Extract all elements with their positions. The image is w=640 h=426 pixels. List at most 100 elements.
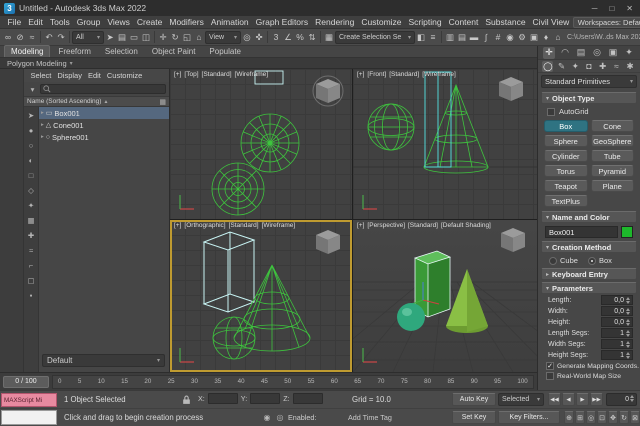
degradation-toggle-icon[interactable]: ◎ <box>275 412 285 422</box>
close-button[interactable]: ✕ <box>626 4 633 13</box>
timeline-ruler[interactable]: 0510152025303540455055606570758085909510… <box>52 375 534 389</box>
timeline-tick-25[interactable]: 25 <box>168 378 175 385</box>
plane-button[interactable]: Plane <box>591 180 635 192</box>
explorer-menu-display[interactable]: Display <box>55 71 85 80</box>
maximize-button[interactable]: □ <box>609 4 614 13</box>
display-tab-icon[interactable]: ▣ <box>607 47 619 59</box>
viewport-perspective[interactable]: [+][Perspective][Standard][Default Shadi… <box>353 220 537 372</box>
select-rotate-icon[interactable]: ↻ <box>169 31 181 44</box>
box001-wireframe-ortho[interactable] <box>204 232 254 312</box>
viewport-standard-menu[interactable]: [Standard] <box>389 71 419 78</box>
list-item-box001[interactable]: ▸▭Box001 <box>39 107 169 119</box>
real-world-map-size-checkbox[interactable] <box>546 372 554 380</box>
percent-snap-icon[interactable]: % <box>294 31 306 44</box>
explorer-show-none-icon[interactable]: ○ <box>26 140 37 151</box>
go-to-start-button[interactable]: ◀◀ <box>548 393 561 406</box>
menu-tools[interactable]: Tools <box>46 17 73 27</box>
undo-icon[interactable]: ↶ <box>43 31 55 44</box>
geosphere-button[interactable]: GeoSphere <box>591 135 635 147</box>
zoom-all-icon[interactable]: ⊞ <box>575 411 585 424</box>
explorer-pick-icon[interactable]: ➤ <box>26 110 37 121</box>
timeline-tick-40[interactable]: 40 <box>238 378 245 385</box>
shapes-category-icon[interactable]: ✎ <box>556 61 567 72</box>
menu-civil-view[interactable]: Civil View <box>529 17 573 27</box>
minimize-button[interactable]: ─ <box>592 4 598 13</box>
generate-mapping-coords-checkbox[interactable] <box>546 362 554 370</box>
align-icon[interactable]: ≡ <box>427 31 439 44</box>
timeline-tick-10[interactable]: 10 <box>98 378 105 385</box>
spinner-arrows-icon[interactable] <box>625 319 631 326</box>
timeline-tick-15[interactable]: 15 <box>121 378 128 385</box>
viewport-standard-menu[interactable]: [Standard] <box>229 222 259 229</box>
expand-arrow-icon[interactable]: ▸ <box>41 122 44 128</box>
select-place-icon[interactable]: ⌂ <box>193 31 205 44</box>
cone001-wireframe-front[interactable] <box>424 85 488 173</box>
timeline-tick-5[interactable]: 5 <box>78 378 81 385</box>
viewport-general-menu[interactable]: [+] <box>357 222 364 229</box>
object-color-swatch[interactable] <box>621 226 633 238</box>
ribbon-toggle-icon[interactable]: ▬ <box>468 31 480 44</box>
pyramid-button[interactable]: Pyramid <box>591 165 635 177</box>
menu-modifiers[interactable]: Modifiers <box>166 17 207 27</box>
zoom-region-icon[interactable]: ⊡ <box>597 411 607 424</box>
explorer-show-containers-icon[interactable]: ▢ <box>26 275 37 286</box>
cone001-shaded[interactable] <box>446 269 488 333</box>
viewport-pov-menu[interactable]: [Front] <box>367 71 386 78</box>
radio-cube[interactable] <box>549 257 557 265</box>
height-spinner[interactable]: 0,0 <box>601 317 633 327</box>
selection-region-icon[interactable]: ▭ <box>128 31 140 44</box>
window-crossing-icon[interactable]: ◫ <box>140 31 152 44</box>
material-editor-icon[interactable]: ◉ <box>504 31 516 44</box>
creation-method-rollout-header[interactable]: Creation Method <box>541 241 637 253</box>
cone001-wireframe-top[interactable] <box>241 114 299 172</box>
go-to-end-button[interactable]: ▶▶ <box>590 393 603 406</box>
width-segs-spinner[interactable]: 1 <box>601 339 633 349</box>
angle-snap-icon[interactable]: ∠ <box>282 31 294 44</box>
selection-filter-dropdown[interactable]: All <box>72 31 104 44</box>
z-field[interactable] <box>293 393 323 404</box>
menu-content[interactable]: Content <box>445 17 482 27</box>
menu-file[interactable]: File <box>4 17 25 27</box>
timeline-tick-20[interactable]: 20 <box>144 378 151 385</box>
add-time-tag[interactable]: Add Time Tag <box>348 413 392 422</box>
edit-named-sets-icon[interactable]: ▦ <box>323 31 335 44</box>
ribbon-tab-populate[interactable]: Populate <box>203 46 247 57</box>
object-name-field[interactable]: Box001 <box>545 226 618 238</box>
viewport-shading-menu[interactable]: [Default Shading] <box>441 222 491 229</box>
explorer-show-lights-icon[interactable]: ✦ <box>26 200 37 211</box>
ribbon-tab-modeling[interactable]: Modeling <box>4 45 50 57</box>
timeline-tick-45[interactable]: 45 <box>261 378 268 385</box>
previous-frame-button[interactable]: ◀ <box>562 393 575 406</box>
select-by-name-icon[interactable]: ▤ <box>116 31 128 44</box>
reference-coordinate-dropdown[interactable]: View <box>205 31 241 44</box>
ribbon-tab-freeform[interactable]: Freeform <box>52 46 96 57</box>
parameters-rollout-header[interactable]: Parameters <box>541 282 637 294</box>
viewport-pov-menu[interactable]: [Perspective] <box>367 222 405 229</box>
generate-mapping-coords-row[interactable]: Generate Mapping Coords. <box>541 360 637 370</box>
explorer-show-cameras-icon[interactable]: ▦ <box>26 215 37 226</box>
viewport-standard-menu[interactable]: [Standard] <box>202 71 232 78</box>
select-scale-icon[interactable]: ◱ <box>181 31 193 44</box>
zoom-icon[interactable]: ⊕ <box>564 411 574 424</box>
spinner-arrows-icon[interactable] <box>625 330 631 337</box>
search-input[interactable] <box>40 84 166 94</box>
sphere-button[interactable]: Sphere <box>544 135 588 147</box>
spinner-arrows-icon[interactable] <box>625 297 631 304</box>
cylinder-button[interactable]: Cylinder <box>544 150 588 162</box>
cone-button[interactable]: Cone <box>591 120 635 132</box>
key-filters-button[interactable]: Key Filters... <box>498 411 560 424</box>
workspaces-dropdown[interactable]: Workspaces: Default <box>573 17 640 28</box>
explorer-menu-customize[interactable]: Customize <box>104 71 144 80</box>
list-item-sphere001[interactable]: ▸○Sphere001 <box>39 131 169 143</box>
project-folder-icon[interactable]: ⌂ <box>552 31 564 44</box>
cameras-category-icon[interactable]: ◘ <box>583 61 594 72</box>
viewcube[interactable] <box>316 79 340 103</box>
maxscript-mini-listener[interactable]: MAXScript Mi <box>1 393 57 407</box>
width-spinner[interactable]: 0,0 <box>601 306 633 316</box>
viewport-shading-menu[interactable]: [Wireframe] <box>235 71 269 78</box>
play-button[interactable]: ▶ <box>576 393 589 406</box>
helpers-category-icon[interactable]: ✚ <box>597 61 608 72</box>
set-key-button[interactable]: Set Key <box>452 411 496 424</box>
timeline-tick-30[interactable]: 30 <box>191 378 198 385</box>
maxscript-listener-input[interactable] <box>1 410 57 425</box>
